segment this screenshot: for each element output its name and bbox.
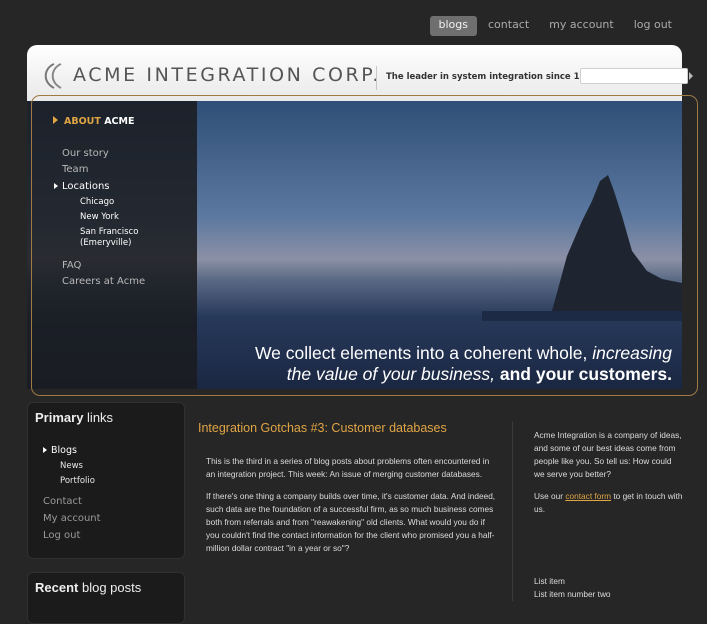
link-contact[interactable]: Contact — [43, 496, 82, 507]
top-nav: blogs contact my account log out — [428, 16, 681, 36]
link-portfolio[interactable]: Portfolio — [60, 476, 95, 486]
hero-focus-outline — [31, 95, 698, 396]
site-header: ACME INTEGRATION CORP. The leader in sys… — [27, 45, 693, 101]
article-title[interactable]: Integration Gotchas #3: Customer databas… — [198, 421, 447, 435]
link-my-account[interactable]: My account — [43, 513, 101, 524]
recent-posts-panel: Recent blog posts — [27, 572, 185, 624]
primary-links-panel: Primary links Blogs News Portfolio Conta… — [27, 402, 185, 559]
list-item: List item — [534, 576, 565, 586]
tagline: The leader in system integration since 1… — [386, 72, 598, 82]
article-body: This is the third in a series of blog po… — [206, 455, 498, 564]
sidebar-intro: Acme Integration is a company of ideas, … — [534, 430, 682, 479]
search-input[interactable] — [580, 68, 688, 84]
link-log-out[interactable]: Log out — [43, 530, 80, 541]
article-paragraph-1: This is the third in a series of blog po… — [206, 456, 490, 479]
contact-form-link[interactable]: contact form — [565, 491, 611, 501]
search-submit-icon[interactable] — [689, 72, 693, 80]
sidebar-list: List item List item number two — [534, 575, 611, 601]
column-divider — [512, 421, 513, 601]
list-item: List item number two — [534, 589, 611, 599]
top-nav-contact[interactable]: contact — [479, 16, 538, 36]
site-logo-text[interactable]: ACME INTEGRATION CORP. — [73, 64, 381, 86]
link-news[interactable]: News — [60, 461, 83, 471]
sidebar-contact-text: Use our contact form to get in touch wit… — [534, 491, 683, 514]
top-nav-my-account[interactable]: my account — [540, 16, 623, 36]
recent-posts-title: Recent blog posts — [35, 580, 142, 595]
header-divider — [376, 66, 377, 90]
link-blogs[interactable]: Blogs — [43, 445, 77, 456]
right-sidebar: Acme Integration is a company of ideas, … — [534, 429, 684, 525]
triangle-right-icon — [43, 447, 47, 453]
top-nav-blogs[interactable]: blogs — [429, 16, 477, 36]
primary-links-title: Primary links — [35, 410, 114, 425]
article-paragraph-2: If there's one thing a company builds ov… — [206, 491, 496, 553]
top-nav-log-out[interactable]: log out — [625, 16, 681, 36]
logo-icon — [44, 63, 62, 89]
